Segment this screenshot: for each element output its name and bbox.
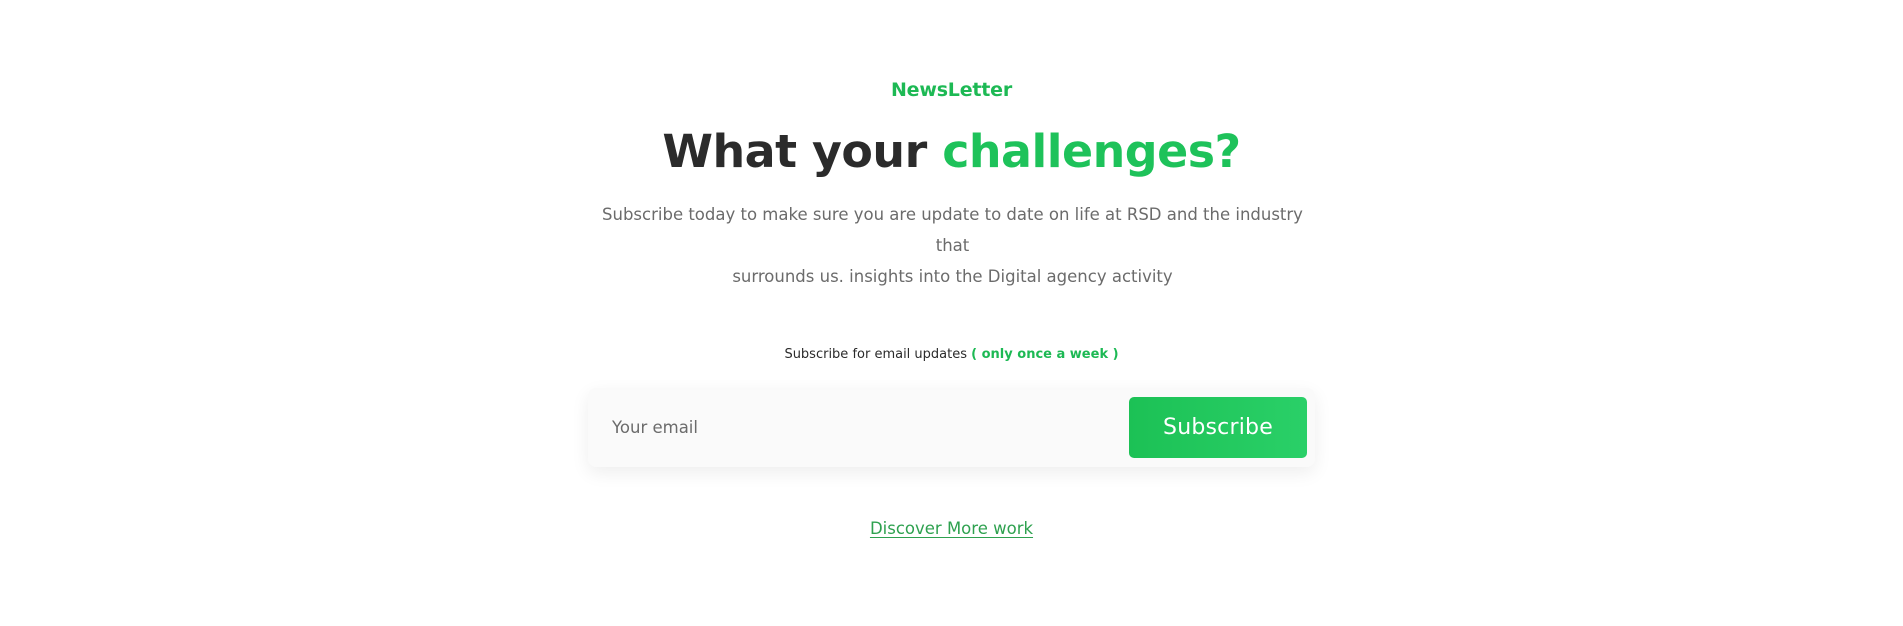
discover-link-wrapper: Discover More work [0,519,1903,538]
caption-text: Subscribe for email updates [784,347,968,362]
headline-plain: What your [662,125,943,178]
discover-more-link[interactable]: Discover More work [870,519,1033,538]
email-field[interactable] [600,400,1112,455]
form-caption: Subscribe for email updates ( only once … [0,347,1903,362]
page-title: What your challenges? [0,122,1903,182]
newsletter-section: NewsLetter What your challenges? Subscri… [0,0,1903,626]
subscribe-button[interactable]: Subscribe [1129,397,1307,458]
description-line: Subscribe today to make sure you are upd… [602,205,1303,255]
section-description: Subscribe today to make sure you are upd… [590,199,1315,292]
subscribe-form: Subscribe [588,388,1315,467]
headline-accent: challenges? [942,125,1241,178]
description-line: surrounds us. insights into the Digital … [732,267,1173,286]
section-eyebrow: NewsLetter [890,79,1013,101]
caption-note: ( only once a week ) [971,347,1119,362]
